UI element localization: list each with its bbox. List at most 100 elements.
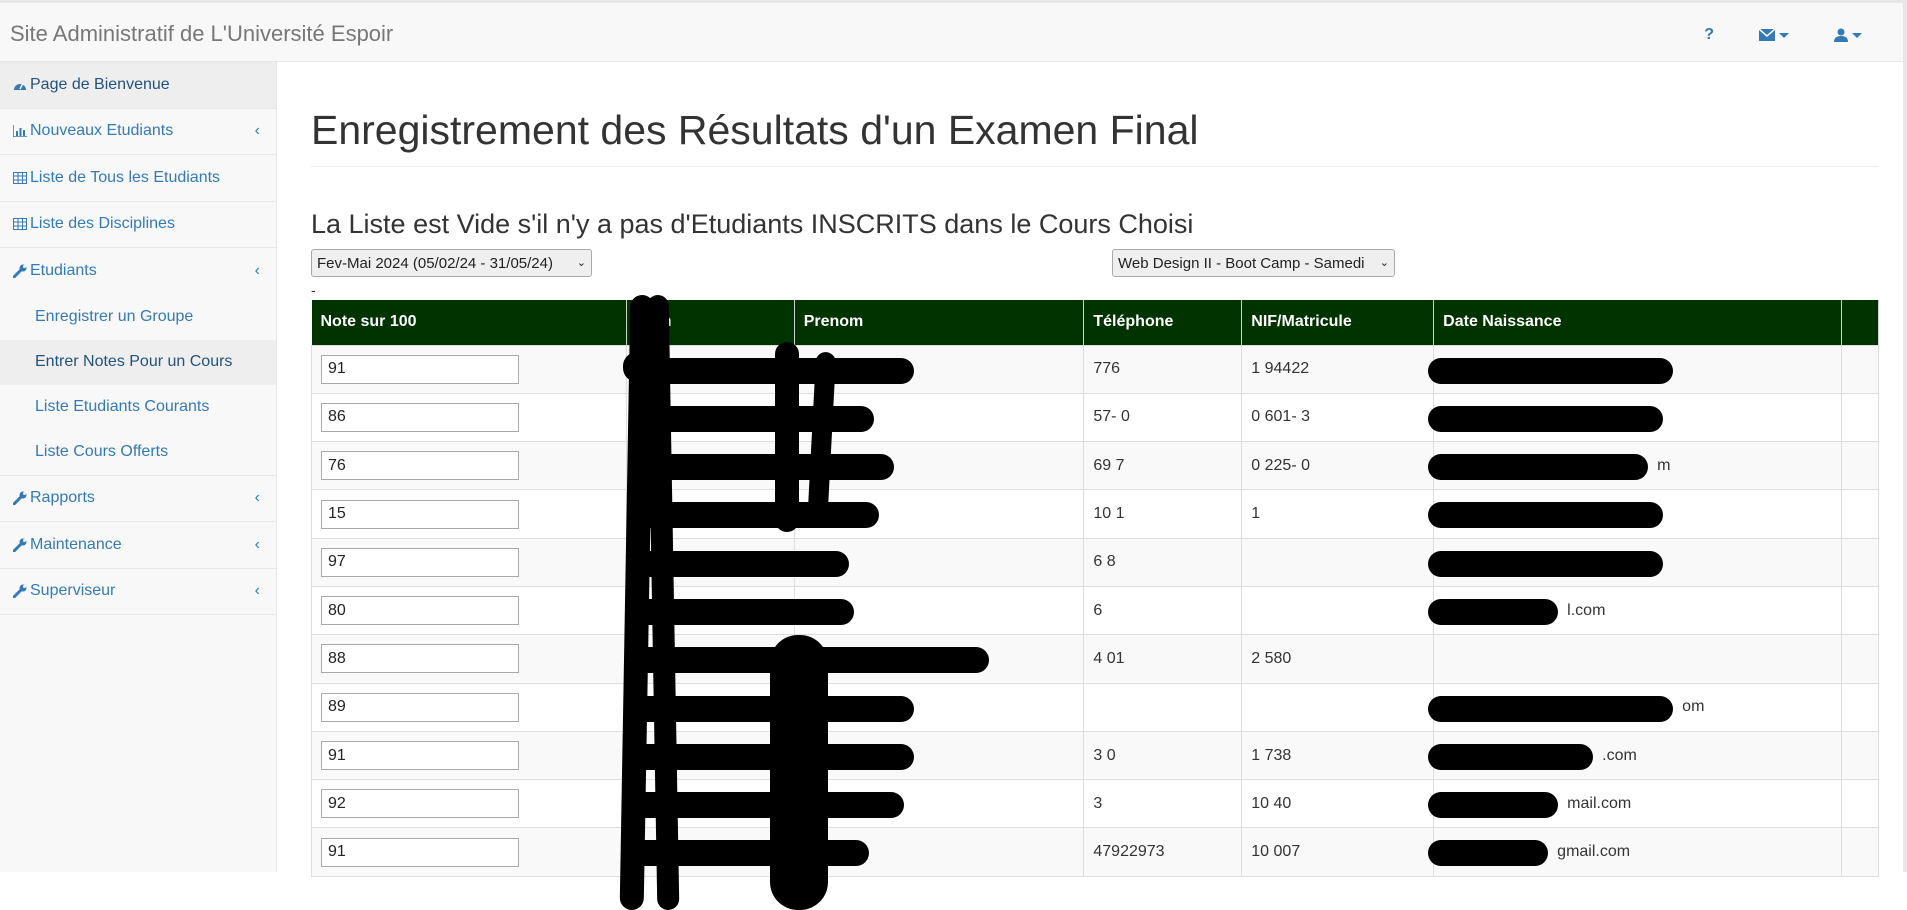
chevron-left-icon: ‹ <box>254 489 260 507</box>
cell-nom <box>625 779 904 829</box>
redaction-mark <box>628 550 849 577</box>
cell-telephone: 57- 0 <box>1083 392 1243 443</box>
help-button[interactable]: ? <box>1704 26 1714 44</box>
top-icons: ? <box>1704 23 1907 47</box>
cell-telephone: 4 01 <box>1083 634 1243 684</box>
redaction-mark <box>1428 550 1664 577</box>
note-input[interactable] <box>321 789 519 819</box>
table-row: 3 10 40 mail.com <box>311 779 1880 829</box>
separator-dash: - <box>311 282 316 298</box>
table-row: 57- 0 0 601- 3 <box>311 392 1880 443</box>
cell-date-naissance <box>1428 489 1842 539</box>
sidebar-item-bienvenue[interactable]: Page de Bienvenue <box>0 62 276 109</box>
sidebar-subitem-entrer-notes[interactable]: Entrer Notes Pour un Cours <box>0 339 276 385</box>
sidebar-item-label: Nouveaux Etudiants <box>30 122 174 140</box>
header-prenom: Prenom <box>794 300 1085 345</box>
top-navbar: Site Administratif de L'Université Espoi… <box>0 0 1907 62</box>
cell-note <box>311 779 627 829</box>
cell-telephone: 47922973 <box>1083 827 1243 877</box>
sidebar-subitem-enregistrer-groupe[interactable]: Enregistrer un Groupe <box>0 295 276 340</box>
results-table: Note sur 100 Nom Prenom Téléphone NIF/Ma… <box>311 300 1880 877</box>
redaction-mark <box>628 647 989 674</box>
sidebar-subitem-cours-offerts[interactable]: Liste Cours Offerts <box>0 430 276 475</box>
cell-telephone-text: 3 0 <box>1093 746 1116 764</box>
cell-nom <box>625 634 989 684</box>
bar-chart-icon <box>12 123 28 139</box>
cell-date-naissance <box>1428 344 1842 394</box>
table-row: elom <box>311 682 1880 732</box>
sidebar-item-label: Page de Bienvenue <box>30 75 170 93</box>
table-body: 7761 9442257- 00 601- 3e69 70 225- 0my10… <box>311 344 1880 877</box>
sidebar-item-label: Etudiants <box>30 262 97 280</box>
cell-date-naissance: gmail.com <box>1428 827 1842 877</box>
cell-telephone <box>1083 682 1243 732</box>
cell-empty <box>1840 441 1880 491</box>
session-select[interactable]: Fev-Mai 2024 (05/02/24 - 31/05/24) ⌄ <box>311 249 592 277</box>
cell-empty <box>1840 779 1880 829</box>
redaction-mark <box>628 454 894 481</box>
redaction-mark <box>628 357 914 384</box>
app-title[interactable]: Site Administratif de L'Université Espoi… <box>10 21 393 47</box>
cell-nom <box>625 682 914 732</box>
sidebar-item-disciplines[interactable]: Liste des Disciplines <box>0 202 276 248</box>
help-label: ? <box>1704 26 1714 43</box>
course-select-value: Web Design II - Boot Camp - Samedi <box>1118 255 1365 272</box>
redaction-mark <box>1428 743 1594 770</box>
cell-nif: 1 738 <box>1241 730 1435 781</box>
cell-note <box>311 585 627 636</box>
note-input[interactable] <box>321 451 519 481</box>
chevron-down-icon <box>1779 32 1789 38</box>
cell-telephone: 3 <box>1083 779 1243 829</box>
cell-note <box>311 392 627 443</box>
cell-nif-text: 2 580 <box>1251 649 1292 667</box>
header-note: Note sur 100 <box>311 300 627 345</box>
note-input[interactable] <box>321 644 519 674</box>
sidebar-item-superviseur[interactable]: Superviseur ‹ <box>0 569 276 615</box>
sidebar-item-nouveaux-etudiants[interactable]: Nouveaux Etudiants ‹ <box>0 109 276 155</box>
sidebar-item-etudiants[interactable]: Etudiants ‹ <box>0 248 276 295</box>
sidebar-subitem-etudiants-courants[interactable]: Liste Etudiants Courants <box>0 385 276 430</box>
cell-date-naissance: m <box>1428 441 1842 491</box>
main-content: Enregistrement des Résultats d'un Examen… <box>278 62 1903 910</box>
messages-dropdown[interactable] <box>1759 29 1789 41</box>
redaction-mark <box>628 405 874 432</box>
cell-nif-text: 1 <box>1251 505 1261 523</box>
note-input[interactable] <box>321 499 519 529</box>
cell-empty <box>1840 392 1880 443</box>
sidebar-item-label: Rapports <box>30 489 95 507</box>
note-input[interactable] <box>321 837 519 867</box>
note-input[interactable] <box>321 692 519 722</box>
note-input[interactable] <box>321 547 519 577</box>
cell-nif <box>1241 585 1435 636</box>
table-row: Louisy4792297310 007gmail.com <box>311 827 1880 877</box>
page-title: Enregistrement des Résultats d'un Examen… <box>311 107 1879 167</box>
cell-telephone-text: 69 7 <box>1093 456 1125 474</box>
note-input[interactable] <box>321 741 519 771</box>
cell-date-naissance <box>1428 537 1842 587</box>
note-input[interactable] <box>321 402 519 432</box>
sidebar-item-maintenance[interactable]: Maintenance ‹ <box>0 522 276 569</box>
course-select[interactable]: Web Design II - Boot Camp - Samedi ⌄ <box>1112 249 1395 277</box>
cell-nif-text: 1 738 <box>1251 746 1292 764</box>
sidebar-item-rapports[interactable]: Rapports ‹ <box>0 476 276 522</box>
note-input[interactable] <box>321 354 519 384</box>
cell-telephone: 3 0 <box>1083 730 1243 781</box>
note-input[interactable] <box>321 596 519 626</box>
sidebar-item-liste-etudiants[interactable]: Liste de Tous les Etudiants <box>0 155 276 202</box>
cell-nif: 2 580 <box>1241 634 1435 684</box>
cell-date-naissance <box>1428 392 1842 443</box>
redaction-mark <box>628 840 869 867</box>
table-icon <box>12 216 28 232</box>
cell-telephone: 776 <box>1083 344 1243 394</box>
cell-empty <box>1840 489 1880 539</box>
cell-telephone: 6 <box>1083 585 1243 636</box>
redaction-mark <box>1428 454 1649 481</box>
wrench-icon <box>12 583 28 599</box>
sidebar-item-label: Liste des Disciplines <box>30 215 175 233</box>
cell-empty <box>1840 827 1880 877</box>
table-row: e69 70 225- 0m <box>311 441 1880 491</box>
user-dropdown[interactable] <box>1834 28 1862 42</box>
cell-nif-text: 0 601- 3 <box>1251 408 1310 426</box>
cell-telephone-text: 6 <box>1093 601 1103 619</box>
chevron-down-icon <box>1852 32 1862 38</box>
